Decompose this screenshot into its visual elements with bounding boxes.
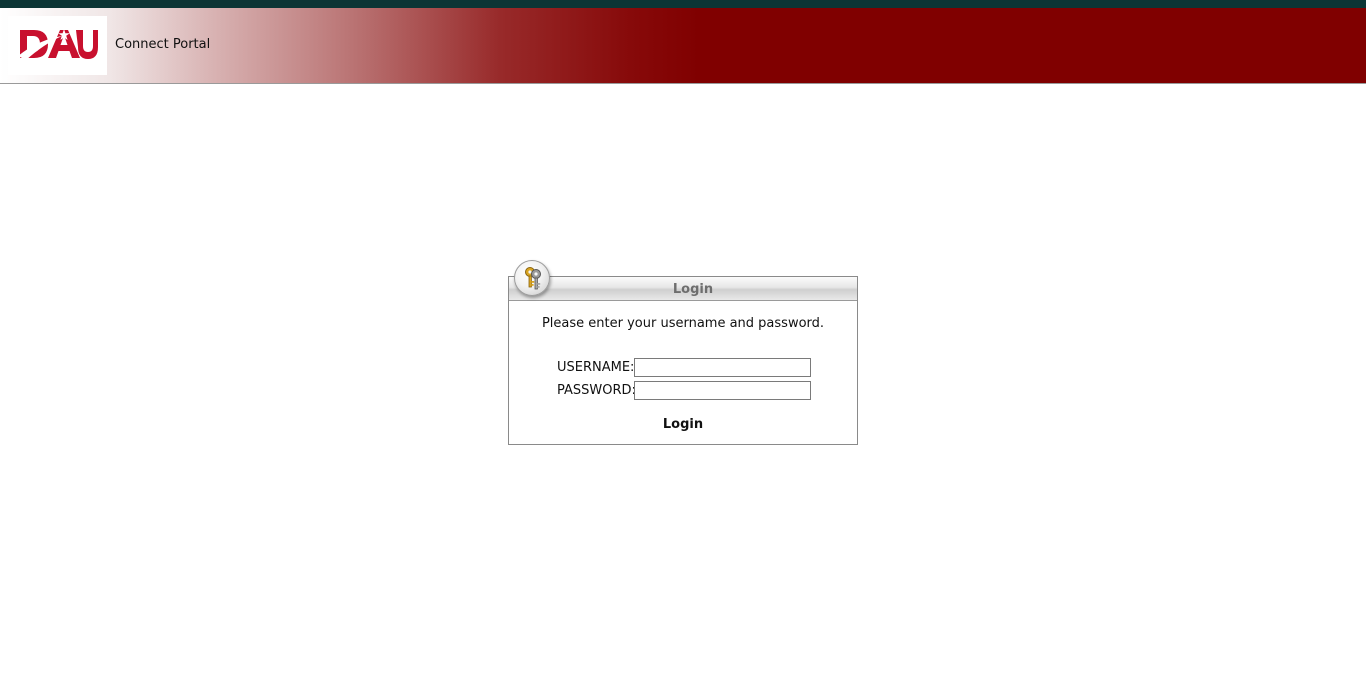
login-panel: Login Please enter your username and pas… <box>508 276 858 445</box>
login-button[interactable]: Login <box>654 415 712 433</box>
dau-logo-mark <box>18 29 98 60</box>
login-instructions: Please enter your username and password. <box>541 316 825 331</box>
header-banner: Connect Portal <box>0 8 1366 84</box>
login-panel-header: Login <box>509 277 857 301</box>
keys-icon <box>514 260 550 296</box>
password-field[interactable] <box>634 381 811 400</box>
top-accent-strip <box>0 0 1366 8</box>
dau-logo[interactable] <box>8 16 107 75</box>
password-label: PASSWORD: <box>557 383 636 398</box>
portal-title: Connect Portal <box>115 37 211 52</box>
username-field[interactable] <box>634 358 811 377</box>
login-panel-title: Login <box>672 282 714 297</box>
username-label: USERNAME: <box>557 360 635 375</box>
